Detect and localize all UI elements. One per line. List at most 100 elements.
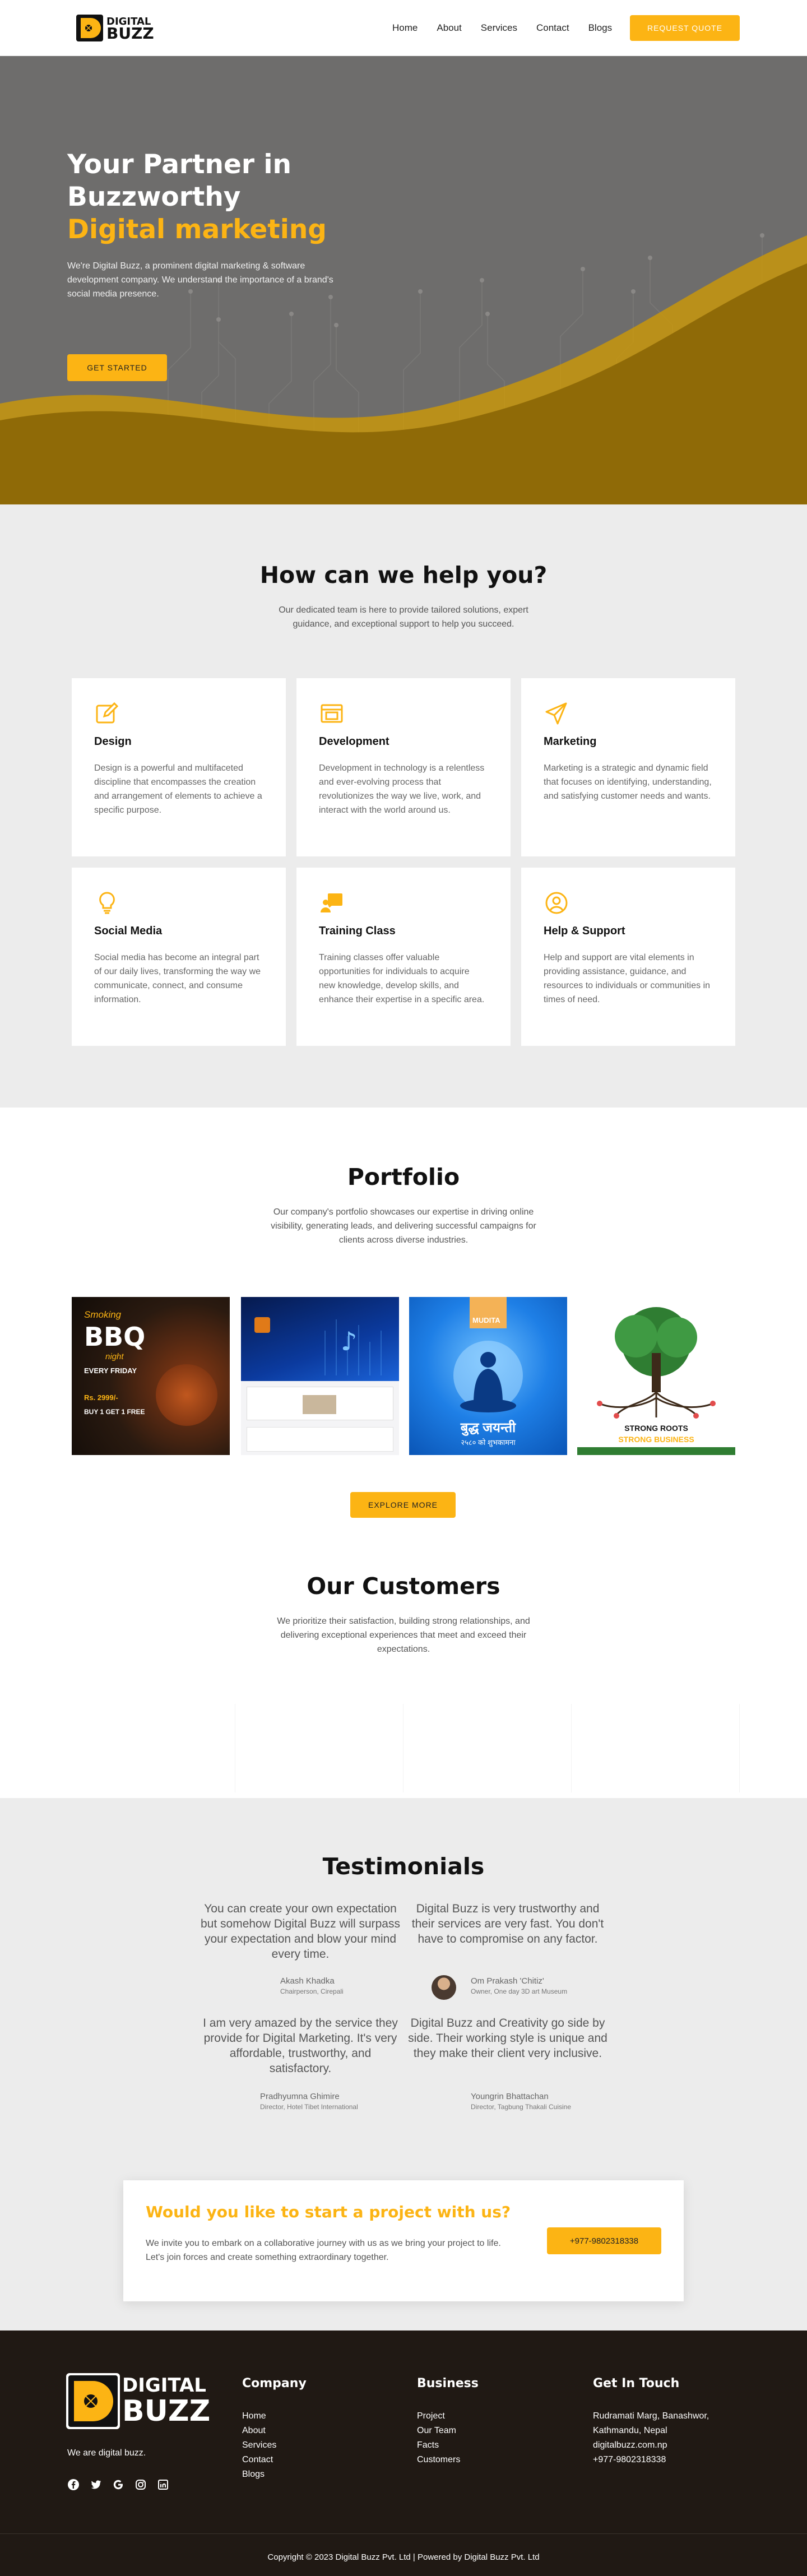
service-card-title: Training Class <box>319 925 396 937</box>
linkedin-icon[interactable] <box>157 2478 169 2491</box>
footer-address-line1: Rudramati Marg, Banashwor, <box>593 2411 709 2421</box>
service-card-social-media[interactable]: Social Media Social media has become an … <box>72 868 286 1046</box>
top-navbar: DIGITAL BUZZ Home About Services Contact… <box>0 0 807 56</box>
footer-link-about[interactable]: About <box>242 2424 276 2438</box>
footer-phone-link[interactable]: +977-9802318338 <box>593 2453 709 2467</box>
instagram-icon[interactable] <box>134 2478 147 2491</box>
portfolio-title: Portfolio <box>347 1164 460 1190</box>
footer-address-line2: Kathmandu, Nepal <box>593 2426 667 2435</box>
services-subtitle: Our dedicated team is here to provide ta… <box>279 605 528 629</box>
code-icon <box>321 704 343 723</box>
hero-section: Your Partner in Buzzworthy Digital marke… <box>0 56 807 504</box>
tree-line1: STRONG ROOTS <box>624 1424 688 1433</box>
service-card-design[interactable]: Design Design is a powerful and multifac… <box>72 678 286 856</box>
customer-logos-row <box>67 1704 740 1792</box>
bbq-line4: EVERY FRIDAY <box>84 1366 137 1375</box>
cta-text: We invite you to embark on a collaborati… <box>146 2239 501 2262</box>
testimonial-name: Akash Khadka <box>280 1976 335 1986</box>
website-footer-block <box>247 1427 393 1452</box>
testimonial-name: Pradhyumna Ghimire <box>260 2092 340 2101</box>
portfolio-subtitle: Our company's portfolio showcases our ex… <box>271 1207 536 1245</box>
footer-company-title: Company <box>242 2376 307 2390</box>
lightbulb-icon <box>99 892 115 914</box>
explore-more-button[interactable]: EXPLORE MORE <box>350 1492 456 1518</box>
google-icon[interactable] <box>112 2478 124 2491</box>
services-section: How can we help you? Our dedicated team … <box>0 504 807 1108</box>
footer-tagline: We are digital buzz. <box>67 2448 146 2458</box>
footer-link-customers[interactable]: Customers <box>417 2453 460 2467</box>
testimonial-quote: I am very amazed by the service they pro… <box>203 2017 398 2075</box>
service-card-text: Training classes offer valuable opportun… <box>319 953 485 1004</box>
website-thumb <box>303 1395 336 1414</box>
tree-line2: STRONG BUSINESS <box>618 1435 694 1444</box>
customer-logo-slot <box>404 1704 572 1792</box>
footer-link-our-team[interactable]: Our Team <box>417 2424 460 2438</box>
phone-call-button[interactable]: +977-9802318338 <box>547 2227 661 2254</box>
svg-text:♪: ♪ <box>341 1326 357 1356</box>
logo-text-bottom: BUZZ <box>106 24 154 43</box>
service-card-text: Design is a powerful and multifaceted di… <box>94 763 262 815</box>
service-card-marketing[interactable]: Marketing Marketing is a strategic and d… <box>521 678 735 856</box>
service-card-help-support[interactable]: Help & Support Help and support are vita… <box>521 868 735 1046</box>
get-started-button[interactable]: GET STARTED <box>67 354 167 381</box>
footer-link-services[interactable]: Services <box>242 2438 276 2453</box>
service-card-title: Development <box>319 735 389 748</box>
service-card-title: Help & Support <box>544 925 625 937</box>
music-note-graphic: ♪ <box>254 1317 382 1375</box>
portfolio-item-bbq[interactable]: Smoking BBQ night EVERY FRIDAY Rs. 2999/… <box>72 1297 230 1455</box>
footer-link-contact[interactable]: Contact <box>242 2453 276 2467</box>
nav-blogs[interactable]: Blogs <box>588 22 613 34</box>
service-card-development[interactable]: Development Development in technology is… <box>296 678 511 856</box>
footer-divider <box>0 2533 807 2534</box>
nav-about[interactable]: About <box>437 22 461 34</box>
service-card-text: Development in technology is a relentles… <box>319 763 485 815</box>
user-circle-icon <box>545 892 568 914</box>
footer-logo-text-bottom: BUZZ <box>122 2394 211 2428</box>
avatar <box>432 1975 456 2000</box>
testimonial-role: Director, Hotel Tibet International <box>260 2103 358 2111</box>
footer-link-project[interactable]: Project <box>417 2409 460 2424</box>
testimonial-quote: You can create your own expectation but … <box>201 1902 400 1961</box>
service-card-title: Design <box>94 735 132 748</box>
services-title: How can we help you? <box>259 562 548 589</box>
copyright-text: Copyright © 2023 Digital Buzz Pvt. Ltd |… <box>267 2552 540 2562</box>
bbq-line5: Rs. 2999/- <box>84 1393 118 1402</box>
nav-contact[interactable]: Contact <box>536 22 569 34</box>
footer-website-link[interactable]: digitalbuzz.com.np <box>593 2438 709 2453</box>
buddha-text: बुद्ध जयन्ती <box>460 1420 516 1435</box>
testimonial-name: Om Prakash 'Chitiz' <box>471 1976 544 1986</box>
mudita-brand: MUDITA <box>472 1316 500 1324</box>
brand-logo[interactable]: DIGITAL BUZZ <box>76 12 160 44</box>
testimonial-role: Director, Tagbung Thakali Cuisine <box>471 2103 571 2111</box>
nav-home[interactable]: Home <box>392 22 418 34</box>
footer-company-links: Home About Services Contact Blogs <box>242 2409 276 2482</box>
request-quote-button[interactable]: REQUEST QUOTE <box>630 15 740 41</box>
footer-contact-title: Get In Touch <box>593 2376 680 2390</box>
portfolio-item-buddha[interactable]: MUDITA बुद्ध जयन्ती २५८० को शुभकामना <box>409 1297 567 1455</box>
customer-logo-slot <box>572 1704 740 1792</box>
hero-title-highlight: Digital marketing <box>67 214 327 245</box>
portfolio-item-music-web[interactable]: ♪ <box>241 1297 399 1455</box>
bbq-line1: Smoking <box>84 1309 122 1320</box>
service-card-training-class[interactable]: Training Class Training classes offer va… <box>296 868 511 1046</box>
service-card-text: Social media has become an integral part… <box>94 953 261 1004</box>
hero-title: Your Partner in Buzzworthy Digital marke… <box>67 149 404 246</box>
service-card-title: Marketing <box>544 735 597 748</box>
nav-services[interactable]: Services <box>481 22 517 34</box>
customer-logo-slot <box>67 1704 235 1792</box>
testimonial-name: Youngrin Bhattachan <box>471 2092 549 2101</box>
footer-logo[interactable]: DIGITAL BUZZ <box>66 2373 214 2429</box>
portfolio-item-tree[interactable]: STRONG ROOTS STRONG BUSINESS <box>577 1297 735 1455</box>
site-footer: DIGITAL BUZZ We are digital buzz. Compan… <box>0 2331 807 2576</box>
footer-link-facts[interactable]: Facts <box>417 2438 460 2453</box>
footer-link-blogs[interactable]: Blogs <box>242 2467 276 2482</box>
paper-plane-icon <box>545 702 567 725</box>
project-cta-card: Would you like to start a project with u… <box>123 2180 684 2301</box>
bbq-line6: BUY 1 GET 1 FREE <box>84 1408 145 1416</box>
footer-link-home[interactable]: Home <box>242 2409 276 2424</box>
twitter-icon[interactable] <box>90 2478 102 2491</box>
testimonial-role: Chairperson, Cirepali <box>280 1987 344 1995</box>
presentation-icon <box>321 893 342 912</box>
footer-logo-text-top: DIGITAL <box>122 2374 206 2397</box>
facebook-icon[interactable] <box>67 2478 80 2491</box>
